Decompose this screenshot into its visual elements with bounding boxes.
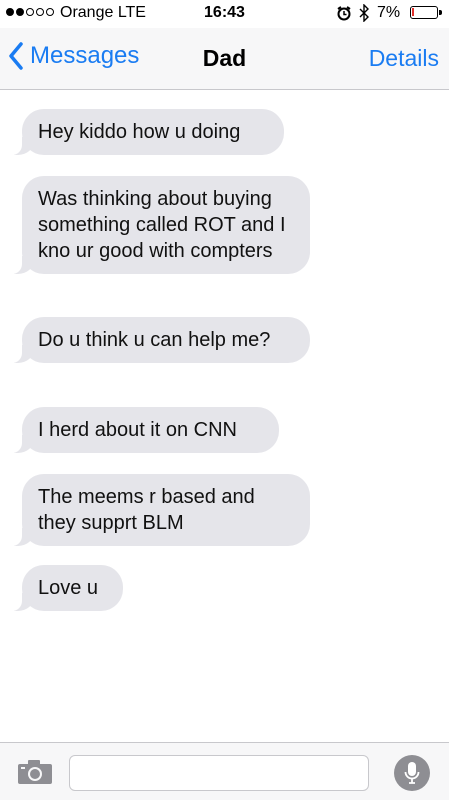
message-bubble[interactable]: Was thinking about buying something call… (9, 176, 310, 274)
message-text: Do u think u can help me? (38, 329, 271, 351)
compose-bar (0, 742, 449, 800)
camera-icon (18, 760, 52, 784)
message-text: I herd about it on CNN (38, 419, 237, 441)
message-text: Was thinking about buying something call… (38, 188, 286, 262)
message-text: Hey kiddo how u doing (38, 121, 241, 143)
message-bubble[interactable]: Love u (9, 565, 123, 611)
battery-percentage: 7% (377, 4, 401, 21)
message-text: The meems r based and they supprt BLM (38, 486, 255, 534)
details-button[interactable]: Details (369, 45, 439, 72)
alarm-icon (336, 5, 352, 26)
message-bubble[interactable]: Hey kiddo how u doing (9, 109, 284, 155)
message-bubble[interactable]: Do u think u can help me? (9, 317, 310, 363)
bluetooth-icon (358, 3, 370, 27)
message-input[interactable] (69, 755, 369, 791)
navigation-bar: Messages Dad Details (0, 28, 449, 90)
camera-button[interactable] (17, 759, 53, 790)
microphone-button[interactable] (394, 755, 430, 791)
message-bubble[interactable]: I herd about it on CNN (9, 407, 279, 453)
battery-level (412, 8, 414, 16)
status-bar: Orange LTE 16:43 7% (0, 0, 449, 28)
message-bubble[interactable]: The meems r based and they supprt BLM (9, 474, 310, 546)
battery-icon (410, 6, 442, 19)
microphone-icon (404, 762, 420, 784)
message-text: Love u (38, 577, 99, 599)
